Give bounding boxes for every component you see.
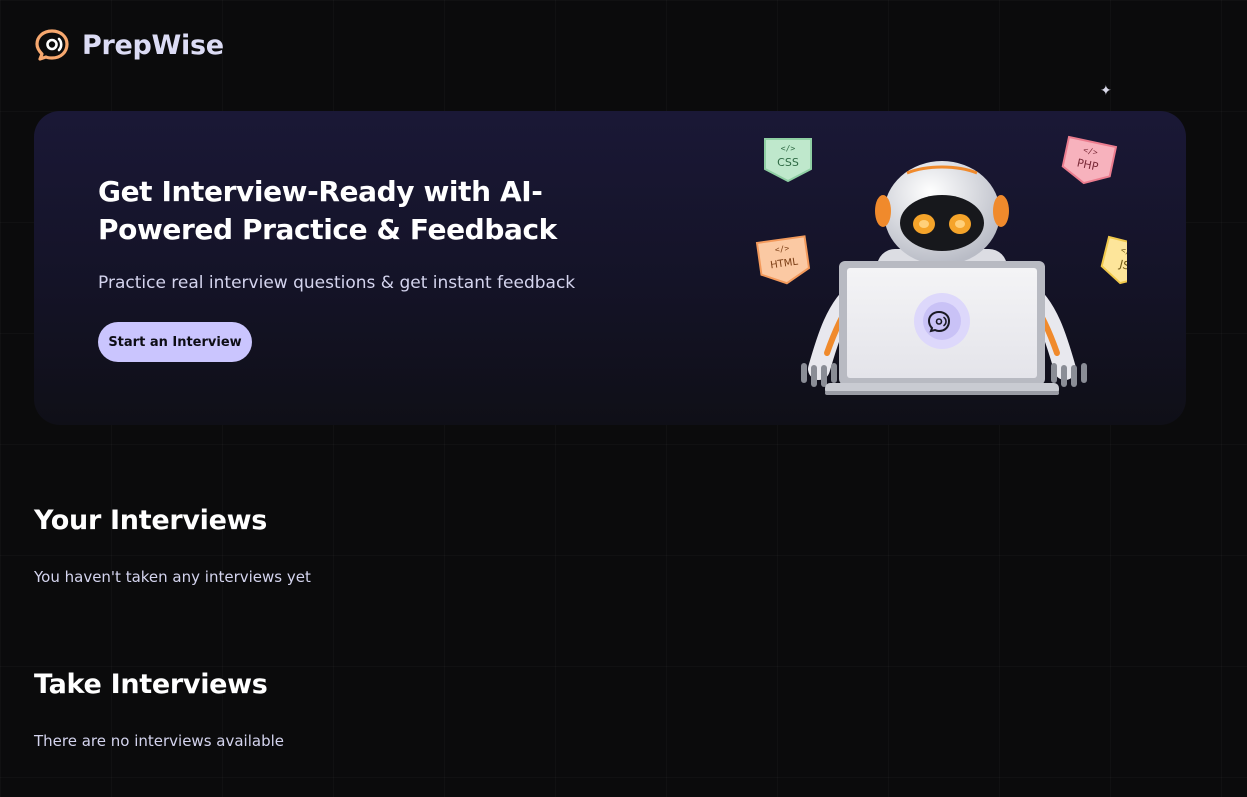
css-badge-label: CSS: [777, 156, 799, 169]
robot-illustration: </> CSS </> PHP </> HTML </> JS: [755, 135, 1127, 395]
js-badge: </> JS: [1100, 235, 1127, 285]
page: ✦ PrepWise Get Interview-Ready with AI-P…: [0, 0, 1247, 797]
navbar[interactable]: PrepWise: [34, 28, 224, 62]
take-interviews-title: Take Interviews: [34, 669, 268, 700]
sparkle-icon: ✦: [1100, 83, 1112, 99]
your-interviews-title: Your Interviews: [34, 505, 268, 536]
take-interviews-empty-text: There are no interviews available: [34, 732, 284, 750]
start-interview-button[interactable]: Start an Interview: [98, 322, 252, 362]
html-badge: </> HTML: [755, 235, 811, 285]
your-interviews-empty-text: You haven't taken any interviews yet: [34, 568, 311, 586]
brand-name[interactable]: PrepWise: [82, 30, 224, 61]
logo-icon: [35, 29, 69, 61]
hero-card: Get Interview-Ready with AI-Powered Prac…: [34, 111, 1186, 425]
hero-subtitle: Practice real interview questions & get …: [98, 273, 576, 293]
hero-title: Get Interview-Ready with AI-Powered Prac…: [98, 175, 557, 246]
css-badge: </> CSS: [764, 138, 812, 183]
php-badge: </> PHP: [1061, 135, 1118, 185]
svg-text:</>: </>: [781, 144, 796, 153]
